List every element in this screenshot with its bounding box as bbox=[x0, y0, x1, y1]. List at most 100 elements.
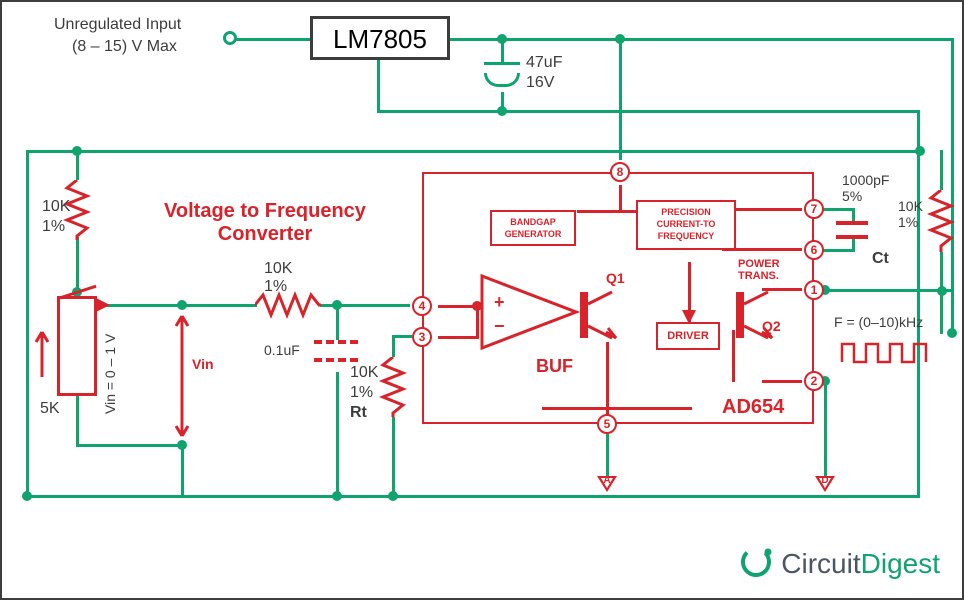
wire-c2-top bbox=[336, 304, 339, 340]
potentiometer bbox=[57, 296, 97, 396]
rup-value: 10K bbox=[898, 198, 923, 214]
node-vin bbox=[177, 300, 187, 310]
r1-value: 10K bbox=[42, 198, 70, 216]
wire-c1-top bbox=[501, 38, 504, 62]
wire-reg-gnd bbox=[377, 60, 380, 112]
wire-ct-7v bbox=[852, 208, 855, 222]
block-driver: DRIVER bbox=[656, 322, 720, 350]
node-5v-tr bbox=[915, 146, 925, 156]
gnd-analog-label: A bbox=[603, 475, 610, 486]
wire-int-2 bbox=[762, 380, 802, 383]
r-series-value: 10K bbox=[264, 260, 292, 278]
wire-gnd-bottom bbox=[26, 495, 920, 498]
node-bl bbox=[22, 491, 32, 501]
buf-label: BUF bbox=[536, 356, 573, 377]
input-label-1: Unregulated Input bbox=[54, 16, 181, 34]
wire-pot-bot bbox=[76, 396, 79, 446]
wire-rt-to-pin3 bbox=[392, 335, 412, 338]
ic-name: AD654 bbox=[722, 396, 784, 419]
driver-label: DRIVER bbox=[667, 330, 709, 342]
wire-int-pin3 bbox=[438, 336, 478, 339]
svg-text:−: − bbox=[494, 316, 505, 336]
node-rt-gnd bbox=[388, 491, 398, 501]
wire-r1-top bbox=[76, 150, 79, 180]
pin-2: 2 bbox=[804, 371, 824, 391]
wire-rt-top bbox=[392, 337, 395, 357]
input-label-2: (8 – 15) V Max bbox=[72, 38, 177, 56]
ct-value: 1000pF bbox=[842, 172, 889, 188]
pin-3: 3 bbox=[412, 327, 432, 347]
c1-value: 47uF bbox=[526, 54, 562, 72]
pin-8: 8 bbox=[610, 162, 630, 182]
wire-5v-left-top bbox=[26, 150, 922, 153]
wire-vin-gnd-down bbox=[181, 444, 184, 497]
wire-pin5-gnd bbox=[606, 434, 609, 476]
logo-text-2: Digest bbox=[861, 548, 940, 579]
node-c2-gnd bbox=[332, 491, 342, 501]
title-label: Voltage to Frequency Converter bbox=[150, 200, 380, 246]
block-buf: +− bbox=[480, 274, 580, 350]
wire-r1-bot bbox=[76, 237, 79, 292]
block-bandgap: BANDGAP GENERATOR bbox=[490, 210, 576, 246]
wire-gnd-right bbox=[501, 110, 920, 113]
pot-value: 5K bbox=[40, 400, 60, 418]
rt-tol: 1% bbox=[350, 384, 373, 402]
wire-c2-bot bbox=[336, 372, 339, 497]
logo: CircuitDigest bbox=[738, 545, 941, 580]
input-terminal bbox=[223, 31, 237, 45]
logo-icon bbox=[738, 545, 774, 579]
wire-gnd-right-down bbox=[917, 110, 920, 497]
c2-value: 0.1uF bbox=[264, 342, 300, 358]
wire-reg-out-top bbox=[448, 38, 954, 41]
gnd-digital-label: D bbox=[821, 475, 828, 486]
wire-int-pin8 bbox=[619, 185, 622, 211]
wire-pot-to-gnd bbox=[76, 444, 184, 447]
vin-range-arrow bbox=[174, 310, 190, 442]
cap-c2 bbox=[314, 340, 358, 362]
ct-tol: 5% bbox=[842, 188, 862, 204]
cap-ct bbox=[836, 221, 868, 239]
wire-fout-h bbox=[814, 289, 954, 292]
pot-arrow bbox=[32, 322, 52, 382]
regulator-lm7805: LM7805 bbox=[310, 16, 450, 60]
wire-rt-bot bbox=[392, 417, 395, 497]
pin-6: 6 bbox=[804, 240, 824, 260]
logo-text-1: Circuit bbox=[781, 548, 860, 579]
node-rup bbox=[937, 286, 947, 296]
cap-c1 bbox=[484, 62, 520, 87]
regulator-label: LM7805 bbox=[333, 24, 427, 54]
pin-4: 4 bbox=[412, 296, 432, 316]
resistor-r-pullup bbox=[926, 190, 956, 252]
pin-7: 7 bbox=[804, 199, 824, 219]
rt-name: Rt bbox=[350, 404, 367, 422]
rup-tol: 1% bbox=[898, 214, 918, 230]
wire-input-to-reg bbox=[232, 38, 312, 41]
r-series-tol: 1% bbox=[264, 278, 287, 296]
pot-wiper-arrow bbox=[94, 296, 110, 314]
output-label: F = (0–10)kHz bbox=[834, 314, 923, 330]
wire-int-5h bbox=[542, 407, 692, 410]
svg-text:+: + bbox=[494, 292, 505, 312]
wire-int-q1-e bbox=[606, 342, 609, 407]
pin-5: 5 bbox=[597, 414, 617, 434]
node-fout-5v bbox=[947, 328, 957, 338]
wire-rup-top bbox=[940, 150, 943, 190]
vin-label: Vin bbox=[192, 356, 214, 372]
pot-range: Vin = 0 – 1 V bbox=[102, 334, 118, 414]
bandgap-label: BANDGAP GENERATOR bbox=[505, 217, 562, 239]
c1-voltage: 16V bbox=[526, 74, 554, 92]
power-trans-label: POWER TRANS. bbox=[738, 258, 780, 282]
wire-gnd-join bbox=[377, 110, 504, 113]
wire-5v-left-down bbox=[26, 150, 29, 497]
rt-value: 10K bbox=[350, 364, 378, 382]
transistor-q1 bbox=[578, 288, 624, 342]
ct-name: Ct bbox=[872, 250, 889, 268]
wire-pin2-gnd bbox=[824, 380, 827, 476]
wire-ct-6v bbox=[852, 238, 855, 252]
r1-tol: 1% bbox=[42, 218, 65, 236]
precision-label: PRECISION CURRENT-TO FREQUENCY bbox=[657, 207, 716, 241]
block-precision: PRECISION CURRENT-TO FREQUENCY bbox=[636, 200, 736, 250]
output-waveform-icon bbox=[840, 340, 930, 366]
q2-label: Q2 bbox=[762, 318, 781, 334]
resistor-rt bbox=[378, 357, 408, 417]
